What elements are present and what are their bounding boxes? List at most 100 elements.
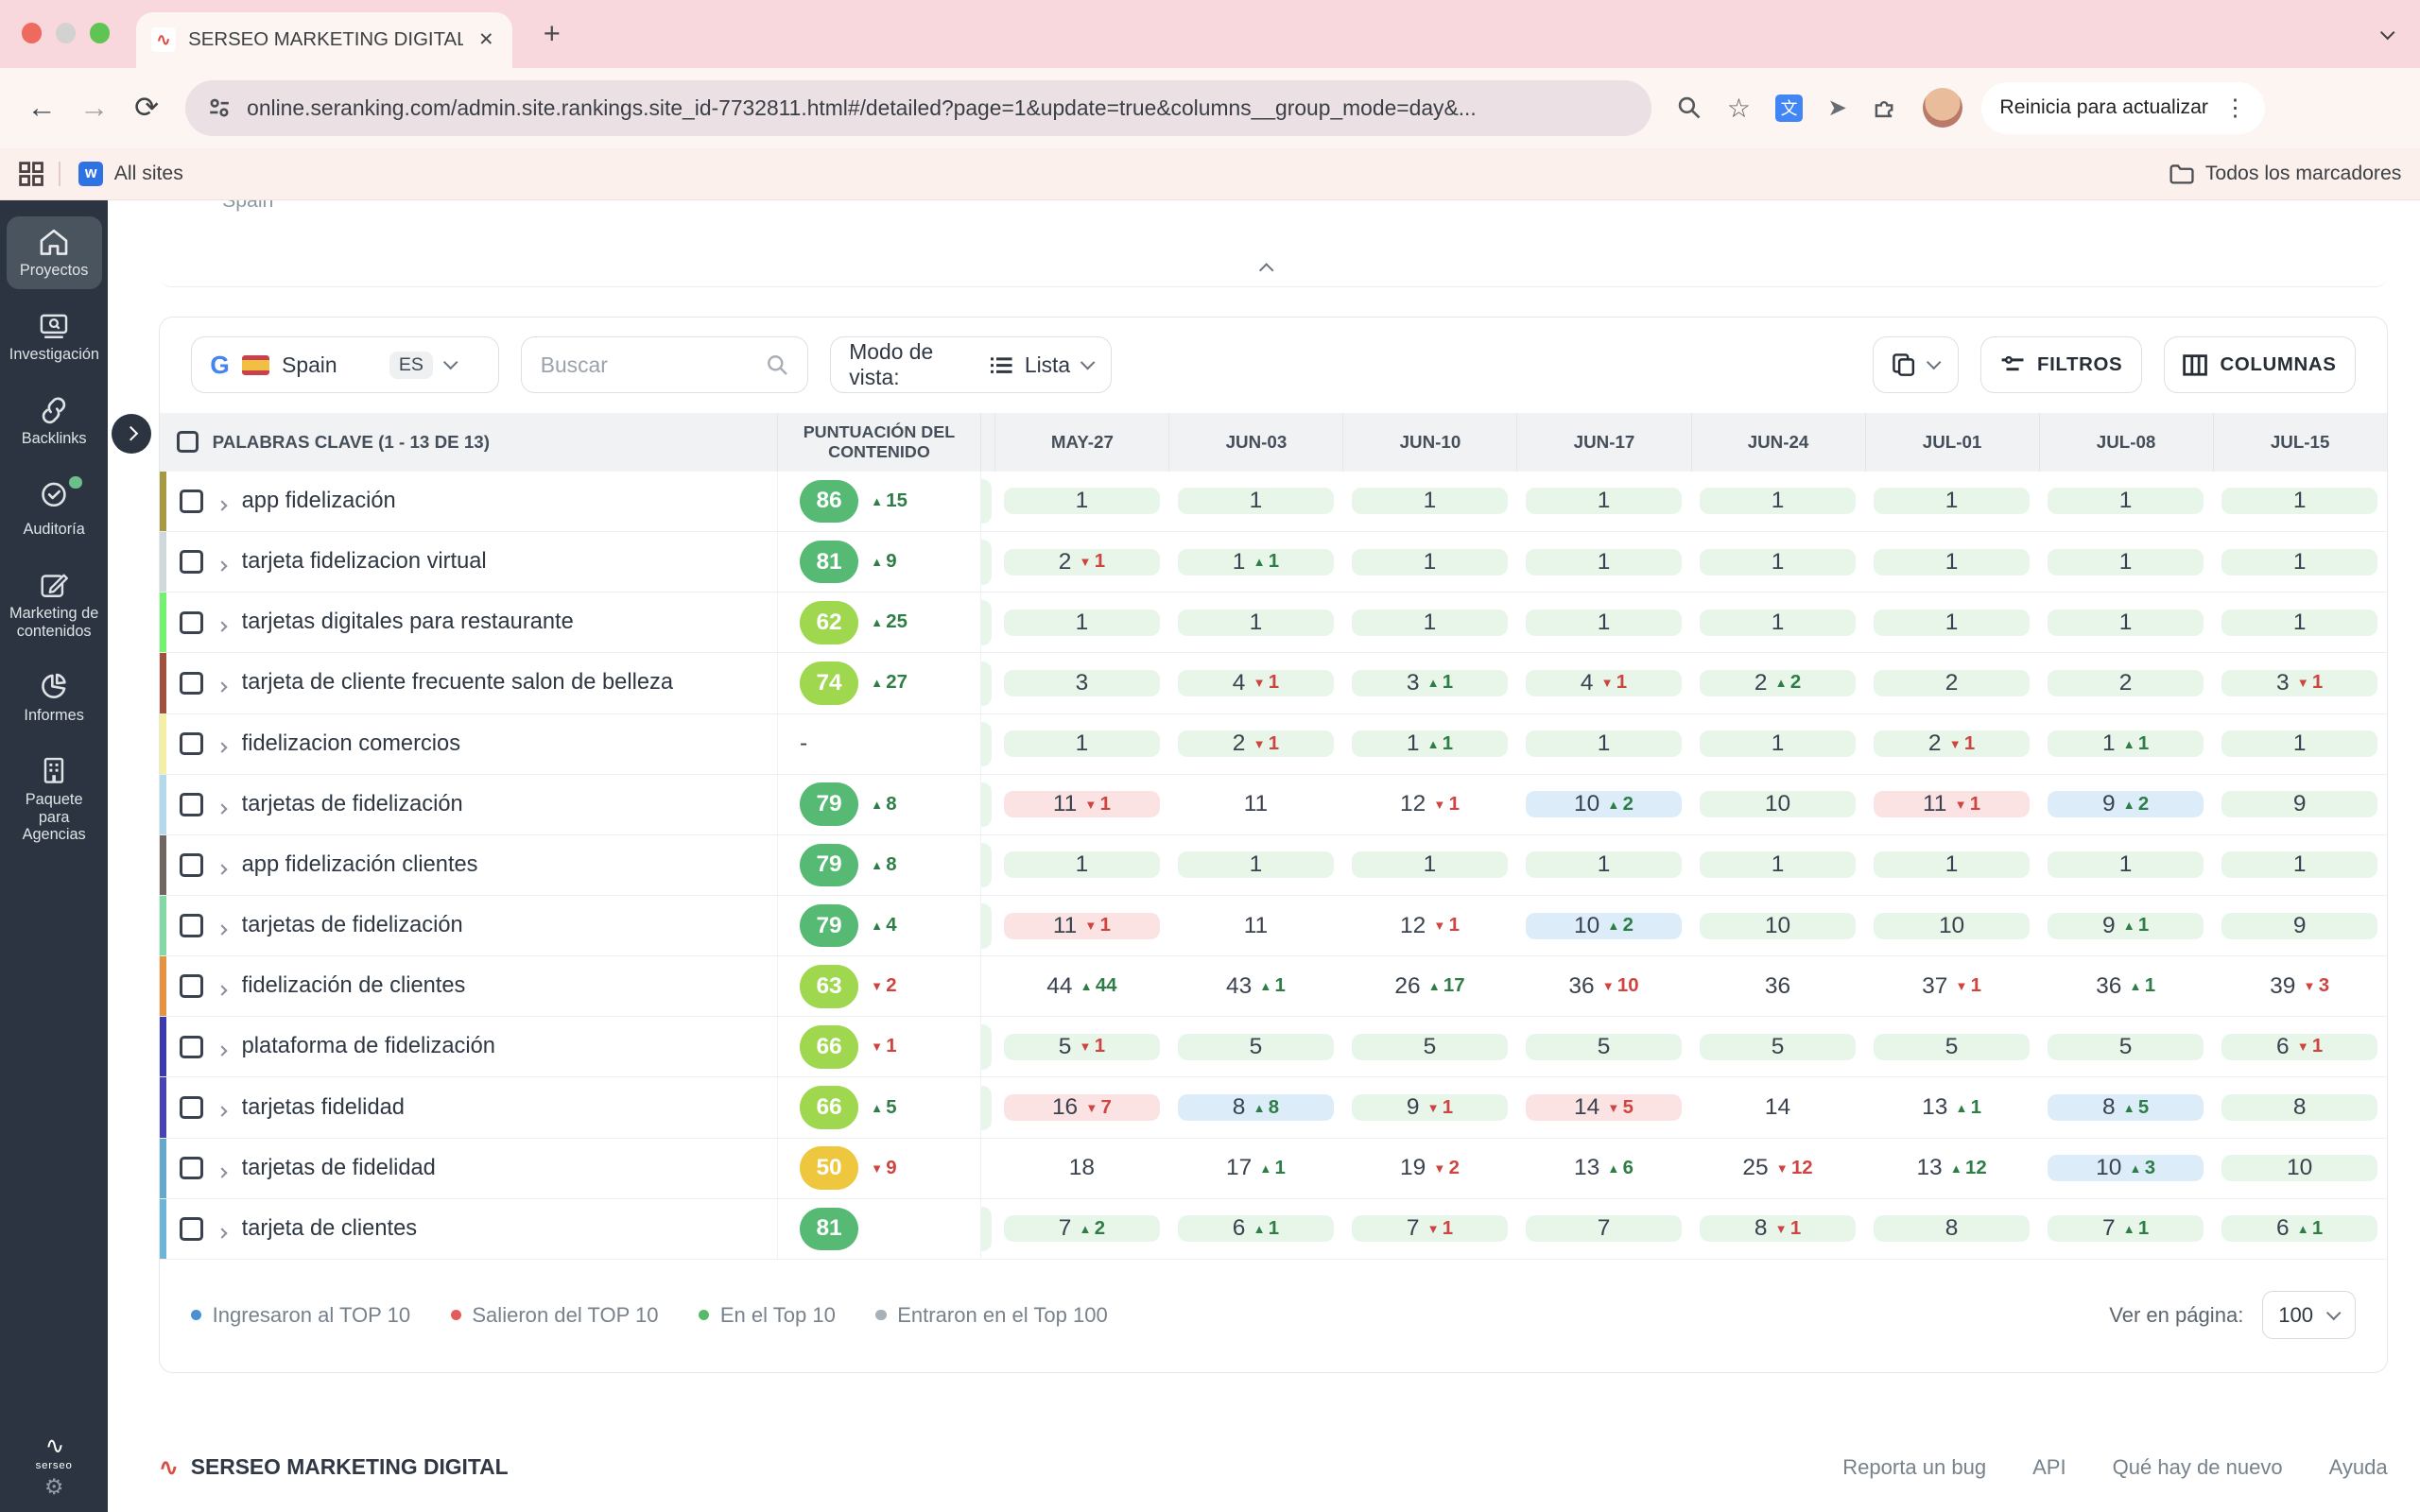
sidebar-expand-button[interactable]: [111, 413, 151, 454]
expand-row-icon[interactable]: [216, 1214, 229, 1244]
date-column-header[interactable]: JUN-17: [1516, 412, 1690, 472]
footer-link[interactable]: Reporta un bug: [1842, 1455, 1986, 1480]
expand-row-icon[interactable]: [216, 911, 229, 940]
sidebar-item-investigacion[interactable]: Investigación: [7, 300, 102, 373]
expand-row-icon[interactable]: [216, 971, 229, 1001]
score-column-header[interactable]: PUNTUACIÓN DEL CONTENIDO: [777, 412, 981, 472]
all-bookmarks-button[interactable]: Todos los marcadores: [2169, 163, 2401, 185]
date-column-header[interactable]: JUL-01: [1864, 412, 2039, 472]
expand-row-icon[interactable]: [216, 487, 229, 516]
date-column-header[interactable]: JUN-10: [1342, 412, 1516, 472]
expand-row-icon[interactable]: [216, 790, 229, 819]
expand-row-icon[interactable]: [216, 668, 229, 697]
keyword-text[interactable]: tarjetas de fidelidad: [242, 1156, 436, 1181]
expand-row-icon[interactable]: [216, 730, 229, 759]
reload-button[interactable]: ⟳: [120, 91, 173, 125]
row-checkbox[interactable]: [180, 550, 203, 574]
maximize-window-button[interactable]: [89, 23, 110, 43]
close-window-button[interactable]: [21, 23, 43, 43]
bookmark-all-sites[interactable]: All sites: [114, 163, 183, 185]
keyword-text[interactable]: app fidelización: [242, 489, 396, 514]
minimize-window-button[interactable]: [55, 23, 76, 43]
expand-row-icon[interactable]: [216, 1093, 229, 1123]
date-column-header[interactable]: JUN-03: [1168, 412, 1342, 472]
new-tab-button[interactable]: +: [544, 17, 561, 51]
rank-value: 9: [2101, 791, 2116, 817]
keyword-text[interactable]: tarjeta de clientes: [242, 1216, 417, 1242]
rank-cell: 1: [994, 593, 1168, 652]
row-checkbox[interactable]: [180, 1217, 203, 1241]
browser-menu-icon[interactable]: ⋮: [2223, 94, 2246, 122]
keyword-text[interactable]: tarjeta fidelizacion virtual: [242, 549, 487, 575]
expand-row-icon[interactable]: [216, 850, 229, 880]
columns-button[interactable]: COLUMNAS: [2163, 336, 2357, 394]
keyword-text[interactable]: tarjetas de fidelización: [242, 792, 463, 817]
row-checkbox[interactable]: [180, 1035, 203, 1059]
keyword-text[interactable]: tarjetas de fidelización: [242, 913, 463, 938]
profile-avatar[interactable]: [1922, 88, 1963, 129]
row-checkbox[interactable]: [180, 610, 203, 635]
back-button[interactable]: ←: [15, 91, 68, 125]
keyword-search-input[interactable]: Buscar: [521, 336, 808, 394]
forward-button[interactable]: →: [68, 91, 121, 125]
keyword-text[interactable]: tarjeta de cliente frecuente salon de be…: [242, 670, 673, 696]
extension-icon[interactable]: ➤: [1827, 94, 1847, 122]
translate-extension-icon[interactable]: 文: [1774, 94, 1804, 122]
expand-row-icon[interactable]: [216, 1154, 229, 1183]
sidebar-item-label: Marketing de contenidos: [9, 605, 99, 641]
per-page-select[interactable]: 100: [2261, 1291, 2357, 1340]
expand-row-icon[interactable]: [216, 608, 229, 637]
bookmark-star-icon[interactable]: ☆: [1727, 93, 1751, 124]
settings-gear-icon[interactable]: ⚙: [0, 1474, 108, 1500]
row-checkbox[interactable]: [180, 914, 203, 937]
copy-view-button[interactable]: [1872, 336, 1960, 394]
sidebar-item-informes[interactable]: Informes: [7, 661, 102, 734]
row-checkbox[interactable]: [180, 490, 203, 513]
change-up: ▲ 1: [2122, 732, 2150, 754]
filters-button[interactable]: FILTROS: [1980, 336, 2142, 394]
expand-row-icon[interactable]: [216, 547, 229, 576]
keyword-text[interactable]: tarjetas digitales para restaurante: [242, 610, 574, 635]
address-bar[interactable]: online.seranking.com/admin.site.rankings…: [184, 79, 1651, 136]
apps-grid-icon[interactable]: [18, 162, 43, 186]
collapse-panel-button[interactable]: [1258, 253, 1274, 283]
site-settings-icon[interactable]: [207, 95, 232, 120]
content-score-pill: 50: [800, 1146, 859, 1191]
footer-link[interactable]: API: [2032, 1455, 2066, 1480]
date-column-header[interactable]: MAY-27: [994, 412, 1168, 472]
row-checkbox[interactable]: [180, 853, 203, 877]
sidebar-item-marketing-de-contenidos[interactable]: Marketing de contenidos: [7, 558, 102, 649]
sidebar-item-proyectos[interactable]: Proyectos: [6, 215, 102, 290]
footer-link[interactable]: Qué hay de nuevo: [2113, 1455, 2283, 1480]
keyword-text[interactable]: fidelización de clientes: [242, 973, 466, 999]
date-column-header[interactable]: JUL-15: [2212, 412, 2387, 472]
keyword-text[interactable]: plataforma de fidelización: [242, 1034, 495, 1059]
row-checkbox[interactable]: [180, 671, 203, 696]
row-checkbox[interactable]: [180, 731, 203, 756]
zoom-icon[interactable]: [1676, 94, 1703, 121]
expand-row-icon[interactable]: [216, 1032, 229, 1061]
extensions-puzzle-icon[interactable]: [1872, 94, 1898, 121]
sidebar-item-auditoria[interactable]: Auditoría: [7, 468, 102, 548]
row-checkbox[interactable]: [180, 1095, 203, 1120]
browser-tab[interactable]: ∿ SERSEO MARKETING DIGITAL ✕: [135, 12, 513, 68]
keyword-text[interactable]: tarjetas fidelidad: [242, 1095, 405, 1121]
tab-search-button[interactable]: [2371, 19, 2405, 53]
search-engine-selector[interactable]: G Spain ES: [190, 336, 500, 394]
keyword-text[interactable]: fidelizacion comercios: [242, 731, 460, 757]
keywords-column-header[interactable]: PALABRAS CLAVE (1 - 13 DE 13): [213, 432, 490, 453]
row-checkbox[interactable]: [180, 793, 203, 816]
date-column-header[interactable]: JUN-24: [1690, 412, 1865, 472]
window-controls[interactable]: [21, 23, 110, 43]
sidebar-item-paquete-para-agencias[interactable]: Paquete para Agencias: [7, 745, 102, 853]
view-mode-selector[interactable]: Modo de vista: Lista: [829, 336, 1113, 394]
row-checkbox[interactable]: [180, 1156, 203, 1180]
tab-close-icon[interactable]: ✕: [475, 28, 497, 51]
date-column-header[interactable]: JUL-08: [2038, 412, 2213, 472]
sidebar-item-backlinks[interactable]: Backlinks: [7, 384, 102, 457]
footer-link[interactable]: Ayuda: [2329, 1455, 2388, 1480]
keyword-text[interactable]: app fidelización clientes: [242, 852, 478, 878]
row-checkbox[interactable]: [180, 974, 203, 998]
select-all-checkbox[interactable]: [177, 431, 199, 454]
restart-to-update-button[interactable]: Reinicia para actualizar ⋮: [1980, 81, 2266, 135]
